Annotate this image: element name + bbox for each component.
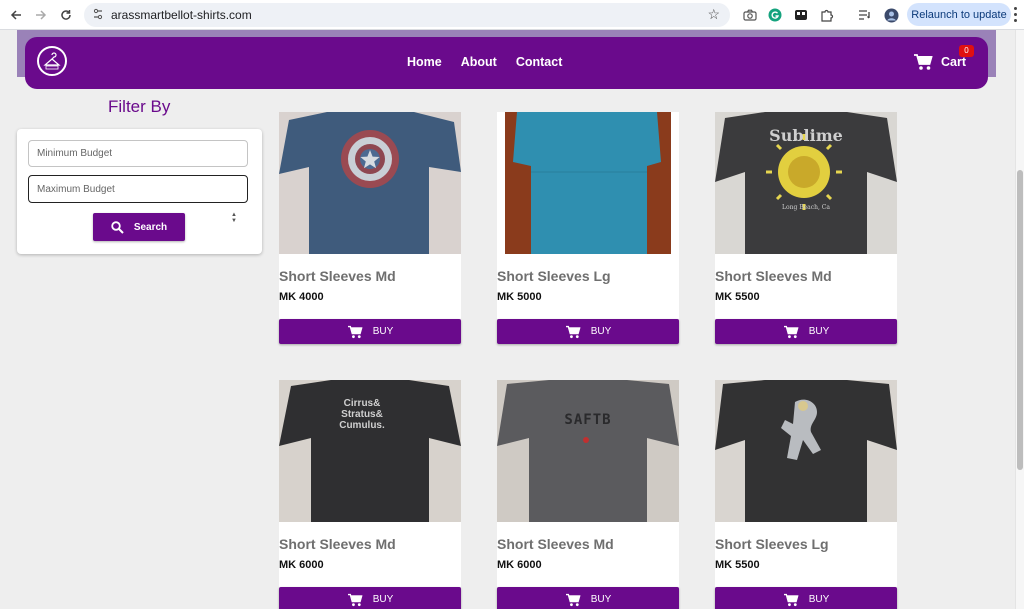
arrow-right-icon bbox=[36, 10, 47, 20]
product-info: Short Sleeves Lg MK 5000 bbox=[497, 254, 679, 319]
buy-button[interactable]: BUY bbox=[497, 587, 679, 609]
shopping-cart-icon bbox=[783, 325, 799, 338]
nav-links: Home About Contact bbox=[407, 55, 562, 69]
shopping-cart-icon bbox=[783, 593, 799, 606]
search-icon bbox=[111, 220, 124, 234]
cart-label: Cart bbox=[941, 55, 967, 69]
product-info: Short Sleeves Md MK 6000 bbox=[497, 522, 679, 587]
address-bar[interactable]: arassmartbellot-shirts.com ☆ bbox=[84, 3, 730, 27]
reload-icon bbox=[61, 10, 71, 20]
product-info: Short Sleeves Lg MK 5500 bbox=[715, 522, 897, 587]
maximum-budget-input[interactable] bbox=[28, 175, 248, 203]
top-navbar: Home About Contact Cart 0 bbox=[25, 37, 988, 89]
product-price: MK 4000 bbox=[279, 291, 324, 303]
arrow-left-icon bbox=[10, 10, 21, 20]
product-title: Short Sleeves Md bbox=[279, 536, 396, 552]
product-title: Short Sleeves Md bbox=[715, 268, 832, 284]
camera-icon[interactable] bbox=[741, 6, 759, 24]
hanger-logo-icon bbox=[43, 52, 61, 70]
grammarly-icon[interactable] bbox=[766, 6, 784, 24]
shopping-cart-icon bbox=[347, 325, 363, 338]
puzzle-extensions-icon[interactable] bbox=[818, 6, 836, 24]
product-title: Short Sleeves Lg bbox=[715, 536, 829, 552]
buy-button-label: BUY bbox=[808, 594, 830, 605]
filter-panel: ▲▼ Search bbox=[17, 129, 262, 254]
product-title: Short Sleeves Md bbox=[279, 268, 396, 284]
shopping-cart-icon bbox=[914, 54, 933, 70]
product-price: MK 6000 bbox=[497, 559, 542, 571]
profile-avatar-icon[interactable] bbox=[882, 6, 900, 24]
product-price: MK 5500 bbox=[715, 291, 760, 303]
buy-button[interactable]: BUY bbox=[497, 319, 679, 344]
reload-button[interactable] bbox=[55, 4, 77, 26]
product-image[interactable] bbox=[715, 380, 897, 522]
product-info: Short Sleeves Md MK 6000 bbox=[279, 522, 461, 587]
shirt-print-subtext: Long Beach, Ca bbox=[782, 204, 830, 211]
buy-button[interactable]: BUY bbox=[715, 319, 897, 344]
nav-link-about[interactable]: About bbox=[461, 55, 497, 69]
product-price: MK 6000 bbox=[279, 559, 324, 571]
product-title: Short Sleeves Lg bbox=[497, 268, 611, 284]
product-image[interactable] bbox=[279, 112, 461, 254]
cart-count-badge: 0 bbox=[959, 45, 974, 57]
shopping-cart-icon bbox=[347, 593, 363, 606]
buy-button-label: BUY bbox=[590, 594, 612, 605]
product-image[interactable]: Cirrus& Stratus& Cumulus. bbox=[279, 380, 461, 522]
site-settings-icon[interactable] bbox=[92, 8, 104, 20]
shirt-print-text: SAFTB bbox=[564, 412, 612, 428]
product-image[interactable] bbox=[497, 112, 679, 254]
shopping-cart-icon bbox=[565, 593, 581, 606]
buy-button-label: BUY bbox=[372, 326, 394, 337]
filter-title: Filter By bbox=[108, 97, 171, 116]
scrollbar-thumb[interactable] bbox=[1017, 170, 1023, 470]
product-price: MK 5000 bbox=[497, 291, 542, 303]
shirt-print-text: Cirrus& Stratus& Cumulus. bbox=[339, 398, 385, 431]
back-button[interactable] bbox=[5, 4, 27, 26]
search-button-label: Search bbox=[133, 221, 168, 233]
forward-button[interactable] bbox=[30, 4, 52, 26]
minimum-budget-input[interactable] bbox=[28, 140, 248, 167]
product-image[interactable]: SAFTB bbox=[497, 380, 679, 522]
buy-button-label: BUY bbox=[590, 326, 612, 337]
product-title: Short Sleeves Md bbox=[497, 536, 614, 552]
buy-button-label: BUY bbox=[808, 326, 830, 337]
buy-button[interactable]: BUY bbox=[715, 587, 897, 609]
product-price: MK 5500 bbox=[715, 559, 760, 571]
bookmark-star-icon[interactable]: ☆ bbox=[707, 6, 720, 23]
search-button[interactable]: Search bbox=[93, 213, 185, 241]
site-logo[interactable] bbox=[37, 46, 67, 76]
browser-menu-icon[interactable] bbox=[1014, 7, 1018, 23]
buy-button[interactable]: BUY bbox=[279, 319, 461, 344]
product-image[interactable]: Sublime Long Beach, Ca bbox=[715, 112, 897, 254]
page-viewport: Home About Contact Cart 0 Filter By ▲▼ S… bbox=[0, 30, 1015, 609]
product-info: Short Sleeves Md MK 5500 bbox=[715, 254, 897, 319]
browser-toolbar: arassmartbellot-shirts.com ☆ Relaunch to… bbox=[0, 0, 1024, 30]
product-info: Short Sleeves Md MK 4000 bbox=[279, 254, 461, 319]
url-text: arassmartbellot-shirts.com bbox=[111, 8, 252, 22]
buy-button[interactable]: BUY bbox=[279, 587, 461, 609]
page-scrollbar[interactable] bbox=[1015, 30, 1024, 609]
shirt-print-text: Sublime bbox=[769, 126, 843, 145]
reading-list-icon[interactable] bbox=[856, 6, 874, 24]
number-spinner[interactable]: ▲ ▼ bbox=[230, 212, 238, 224]
extension-icon[interactable] bbox=[792, 6, 810, 24]
buy-button-label: BUY bbox=[372, 594, 394, 605]
shopping-cart-icon bbox=[565, 325, 581, 338]
relaunch-button[interactable]: Relaunch to update bbox=[907, 3, 1011, 26]
nav-link-contact[interactable]: Contact bbox=[516, 55, 563, 69]
cart-button[interactable]: Cart bbox=[913, 53, 966, 71]
nav-link-home[interactable]: Home bbox=[407, 55, 442, 69]
